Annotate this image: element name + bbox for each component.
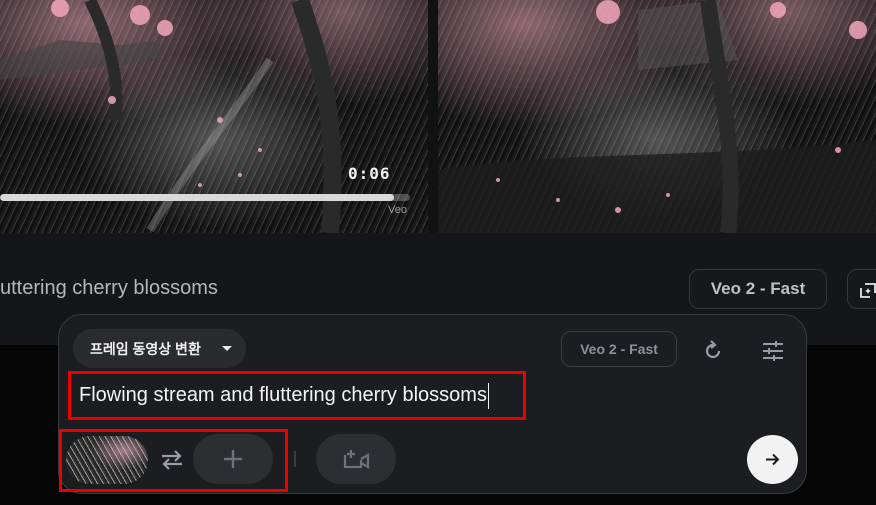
swap-arrows-icon — [162, 450, 182, 470]
mode-select-label: 프레임 동영상 변환 — [90, 340, 201, 357]
cherry-blossom-scene-image-2 — [438, 0, 876, 233]
send-button[interactable] — [747, 435, 798, 484]
toolbar-divider — [294, 451, 296, 467]
video-thumbnail-2[interactable] — [438, 0, 876, 233]
model-chip[interactable]: Veo 2 - Fast — [561, 331, 677, 367]
veo-watermark: Veo — [388, 204, 407, 216]
video-caption: uttering cherry blossoms — [0, 277, 218, 299]
video-thumbnail-1[interactable]: 0:06 Veo — [0, 0, 428, 233]
extend-button[interactable] — [847, 269, 876, 309]
prompt-text: Flowing stream and fluttering cherry blo… — [79, 384, 487, 406]
caret-down-icon — [222, 346, 232, 351]
add-end-frame-button[interactable] — [193, 434, 273, 484]
plus-icon — [224, 450, 242, 468]
camera-control-button[interactable] — [316, 434, 396, 484]
model-button[interactable]: Veo 2 - Fast — [689, 269, 827, 309]
camera-plus-icon — [343, 450, 370, 469]
text-cursor — [487, 382, 490, 409]
start-frame-thumbnail[interactable] — [66, 436, 148, 484]
reset-button[interactable] — [700, 338, 726, 364]
video-progress-fill — [0, 194, 394, 201]
rotate-icon — [705, 340, 721, 359]
arrow-right-icon — [766, 453, 780, 466]
sparkle-crop-icon — [860, 283, 876, 298]
video-time: 0:06 — [348, 164, 391, 183]
mode-select[interactable]: 프레임 동영상 변환 — [73, 329, 246, 368]
settings-button[interactable] — [760, 338, 786, 364]
swap-frames-button[interactable] — [158, 446, 186, 474]
prompt-input[interactable]: Flowing stream and fluttering cherry blo… — [68, 371, 526, 420]
video-progress-bar[interactable] — [0, 194, 410, 201]
sliders-icon — [763, 341, 783, 361]
